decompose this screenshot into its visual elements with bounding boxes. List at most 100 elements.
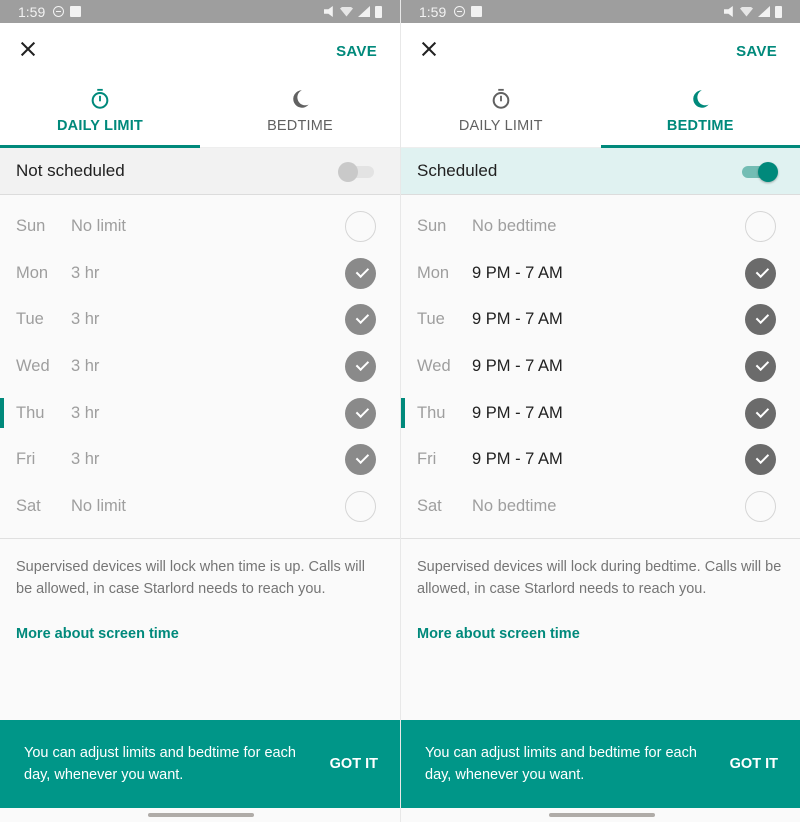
day-row-sun[interactable]: Sun No bedtime (401, 203, 800, 250)
phone-screen: 1:59 SAVE DAILY LIMIT BEDTIME (0, 0, 400, 822)
do-not-disturb-icon (454, 6, 466, 17)
day-name: Sat (16, 496, 41, 515)
snackbar-text: You can adjust limits and bedtime for ea… (425, 745, 697, 783)
close-icon[interactable] (418, 39, 440, 61)
day-row-sat[interactable]: Sat No bedtime (401, 483, 800, 530)
checked-circle-icon[interactable] (345, 304, 376, 336)
day-name: Thu (417, 403, 446, 422)
day-list: Sun No bedtime Mon 9 PM - 7 AM Tue 9 PM - 7 A… (401, 195, 800, 539)
day-name: Fri (417, 450, 437, 469)
schedule-bar: Scheduled (401, 148, 800, 195)
checked-circle-icon[interactable] (345, 351, 376, 383)
day-value: 3 hr (71, 310, 100, 329)
notification-image-icon (70, 6, 82, 17)
day-row-sun[interactable]: Sun No limit (0, 203, 400, 250)
day-row-wed[interactable]: Wed 3 hr (0, 343, 400, 390)
day-list: Sun No limit Mon 3 hr Tue 3 hr Wed 3 hr Thu 3 hr F… (0, 195, 400, 539)
day-name: Sun (16, 216, 46, 235)
day-row-thu[interactable]: Thu 3 hr (0, 390, 400, 437)
unchecked-circle-icon[interactable] (745, 491, 776, 523)
checked-circle-icon[interactable] (745, 304, 776, 336)
day-value: No limit (71, 496, 127, 515)
checked-circle-icon[interactable] (345, 397, 376, 429)
snackbar: You can adjust limits and bedtime for ea… (0, 720, 400, 808)
got-it-button[interactable]: GOT IT (730, 756, 778, 772)
day-name: Tue (16, 310, 44, 329)
checked-circle-icon[interactable] (745, 351, 776, 383)
day-name: Wed (417, 356, 451, 375)
day-value: No bedtime (472, 496, 557, 515)
tab-bar: DAILY LIMIT BEDTIME (0, 80, 400, 148)
day-row-fri[interactable]: Fri 9 PM - 7 AM (401, 436, 800, 483)
close-icon[interactable] (17, 39, 39, 61)
moon-icon (293, 90, 309, 108)
day-name: Tue (417, 310, 445, 329)
checked-circle-icon[interactable] (345, 444, 376, 476)
day-value: 3 hr (71, 356, 100, 375)
day-name: Wed (16, 356, 50, 375)
day-value: 9 PM - 7 AM (472, 310, 563, 329)
day-row-tue[interactable]: Tue 9 PM - 7 AM (401, 296, 800, 343)
mute-icon (324, 6, 333, 17)
day-row-sat[interactable]: Sat No limit (0, 483, 400, 530)
day-row-tue[interactable]: Tue 3 hr (0, 296, 400, 343)
signal-icon (358, 6, 370, 17)
snackbar: You can adjust limits and bedtime for ea… (401, 720, 800, 808)
day-row-mon[interactable]: Mon 3 hr (0, 250, 400, 297)
day-name: Mon (417, 263, 450, 282)
checked-circle-icon[interactable] (745, 257, 776, 289)
checked-circle-icon[interactable] (745, 397, 776, 429)
status-bar: 1:59 (0, 0, 400, 23)
day-value: 3 hr (71, 263, 100, 282)
day-row-thu[interactable]: Thu 9 PM - 7 AM (401, 390, 800, 437)
schedule-status: Not scheduled (16, 161, 125, 180)
tab-label: BEDTIME (666, 118, 734, 134)
day-row-mon[interactable]: Mon 9 PM - 7 AM (401, 250, 800, 297)
unchecked-circle-icon[interactable] (345, 211, 376, 242)
info-text: Supervised devices will lock when time i… (16, 558, 365, 597)
checked-circle-icon[interactable] (345, 257, 376, 289)
tab-label: DAILY LIMIT (57, 118, 143, 134)
day-value: 3 hr (71, 403, 100, 422)
tab-daily-limit[interactable]: DAILY LIMIT (0, 80, 200, 148)
day-value: 9 PM - 7 AM (472, 403, 563, 422)
day-value: 9 PM - 7 AM (472, 356, 563, 375)
day-name: Thu (16, 403, 45, 422)
checked-circle-icon[interactable] (745, 444, 776, 476)
timer-icon (492, 88, 510, 109)
save-button[interactable]: SAVE (736, 43, 777, 60)
tab-bar: DAILY LIMIT BEDTIME (401, 80, 800, 148)
app-bar: SAVE (401, 23, 800, 80)
do-not-disturb-icon (53, 6, 65, 17)
info-text: Supervised devices will lock during bedt… (417, 558, 782, 597)
unchecked-circle-icon[interactable] (345, 491, 376, 523)
more-about-screen-time-link[interactable]: More about screen time (401, 600, 596, 642)
battery-icon (375, 5, 382, 18)
schedule-status: Scheduled (417, 161, 498, 180)
tab-label: BEDTIME (267, 118, 333, 134)
moon-icon (693, 90, 709, 108)
more-about-screen-time-link[interactable]: More about screen time (0, 600, 195, 642)
got-it-button[interactable]: GOT IT (330, 756, 378, 772)
snackbar-text: You can adjust limits and bedtime for ea… (24, 745, 296, 783)
schedule-toggle[interactable] (338, 161, 376, 182)
screens-container: 1:59 SAVE DAILY LIMIT BEDTIME Not schedu… (0, 0, 800, 822)
day-value: No bedtime (472, 216, 557, 235)
day-value: 9 PM - 7 AM (472, 263, 563, 282)
tab-daily-limit[interactable]: DAILY LIMIT (401, 80, 601, 147)
tab-label: DAILY LIMIT (458, 118, 543, 134)
day-row-wed[interactable]: Wed 9 PM - 7 AM (401, 343, 800, 390)
status-time: 1:59 (419, 3, 447, 20)
battery-icon (775, 5, 782, 18)
day-value: No limit (71, 216, 127, 235)
save-button[interactable]: SAVE (336, 43, 377, 60)
day-value: 3 hr (71, 450, 100, 469)
tab-bedtime[interactable]: BEDTIME (600, 80, 800, 148)
home-gesture-bar[interactable] (148, 813, 254, 817)
signal-icon (758, 6, 770, 17)
schedule-toggle[interactable] (740, 161, 778, 182)
day-row-fri[interactable]: Fri 3 hr (0, 436, 400, 483)
home-gesture-bar[interactable] (549, 813, 655, 817)
tab-bedtime[interactable]: BEDTIME (200, 80, 400, 147)
unchecked-circle-icon[interactable] (745, 211, 776, 242)
